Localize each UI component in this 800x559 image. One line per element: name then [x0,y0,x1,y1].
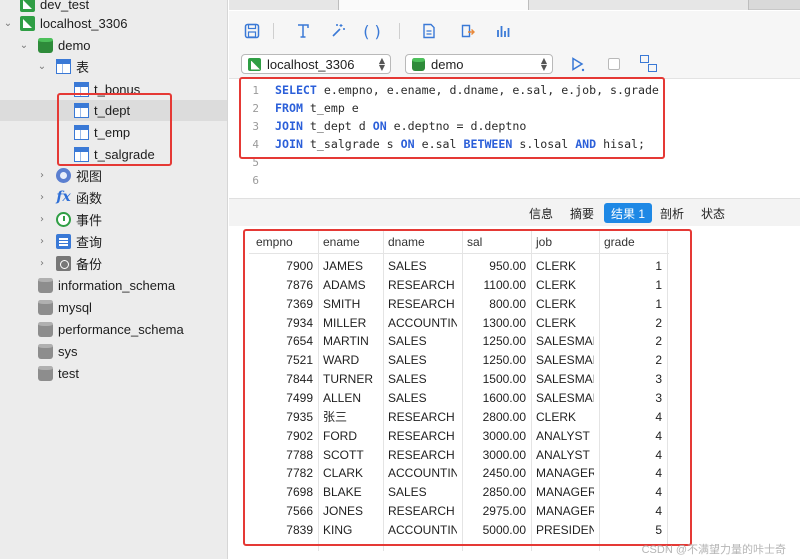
chevron-right-icon[interactable]: › [36,170,48,181]
tree-item-label: information_schema [58,278,176,293]
select-caret-icon: ▲ ▼ [378,56,385,72]
tree-item-label: dev_test [40,0,90,12]
save-icon[interactable] [242,21,262,41]
connection-icon [20,0,35,12]
chevron-down-icon[interactable]: ⌄ [36,61,48,72]
chevron-right-icon[interactable]: › [36,192,48,203]
highlight-box-results [243,229,692,546]
tree-item-label: 表 [76,60,90,75]
tree-item-label: demo [58,38,91,53]
tree-item-label: test [58,366,79,381]
tab-result-1[interactable]: 结果 1 [604,203,653,223]
tab-profile[interactable]: 剖析 [653,203,691,223]
query-window: ( ) localhost_3306 ▲ ▼ demo ▲ ▼ 1 2 3 4 … [229,0,800,559]
toolbar-separator [399,23,400,39]
chevron-right-icon[interactable]: › [36,258,48,269]
backup-icon [56,256,71,271]
database-icon [38,278,53,293]
run-icon[interactable] [567,54,587,74]
tree-item-label: 函数 [76,191,103,206]
tree-item-label: 视图 [76,169,103,184]
code-snippet-icon[interactable] [419,21,439,41]
toolbar: ( ) [229,11,800,49]
beautify-wand-icon[interactable] [328,21,348,41]
chevron-right-icon[interactable]: › [36,214,48,225]
connection-icon [248,57,261,71]
tree-item-label: 备份 [76,257,103,272]
toolbar-separator [273,23,274,39]
navigator-sidebar: dev_test ⌄ localhost_3306 ⌄ demo ⌄ 表 t_b… [0,0,228,559]
tab-summary[interactable]: 摘要 [563,203,601,223]
format-icon[interactable] [293,21,313,41]
chevron-down-icon[interactable]: ⌄ [18,40,30,51]
watermark: CSDN @不满望力量的咔士奇 [641,544,786,556]
query-icon [56,234,71,249]
line-number: 6 [252,174,259,187]
sql-editor[interactable]: 1 2 3 4 5 6 SELECT e.empno, e.ename, d.d… [229,77,800,198]
tab-item[interactable] [529,0,749,10]
parentheses-icon[interactable]: ( ) [362,21,382,41]
stop-icon[interactable] [608,58,620,70]
highlight-box-tables [57,93,172,166]
view-icon [56,168,71,183]
connection-select-value: localhost_3306 [267,56,355,72]
result-grid: empno ename dname sal job grade 7900 JAMES SALES… [229,227,800,559]
chevron-down-icon[interactable]: ⌄ [2,18,14,29]
chart-icon[interactable] [493,21,513,41]
tree-item-label: localhost_3306 [40,16,128,31]
tree-item-label: sys [58,344,78,359]
tab-info[interactable]: 信息 [522,203,560,223]
database-select-value: demo [431,56,464,72]
database-select[interactable]: demo ▲ ▼ [405,54,553,74]
connection-icon [20,16,35,31]
export-icon[interactable] [458,21,478,41]
event-clock-icon [56,212,71,227]
explain-icon[interactable] [640,55,657,72]
table-folder-icon [56,59,71,74]
select-caret-icon: ▲ ▼ [540,56,547,72]
database-icon [38,344,53,359]
tree-item-label: performance_schema [58,322,184,337]
connection-bar: localhost_3306 ▲ ▼ demo ▲ ▼ [229,49,800,79]
database-icon [38,366,53,381]
function-icon: fx [56,189,71,205]
tab-item[interactable] [229,0,339,10]
database-icon [38,322,53,337]
tree-item-label: 查询 [76,235,103,250]
tab-status[interactable]: 状态 [694,203,732,223]
tab-item[interactable] [339,0,529,10]
database-icon [38,38,53,53]
database-icon [38,300,53,315]
result-tabs: 信息 摘要 结果 1 剖析 状态 [229,198,800,226]
database-icon [412,57,425,71]
highlight-box-sql [239,77,665,159]
connection-select[interactable]: localhost_3306 ▲ ▼ [241,54,391,74]
tree-item-label: 事件 [76,213,103,228]
chevron-right-icon[interactable]: › [36,236,48,247]
tree-item-label: mysql [58,300,92,315]
tab-strip [229,0,800,10]
